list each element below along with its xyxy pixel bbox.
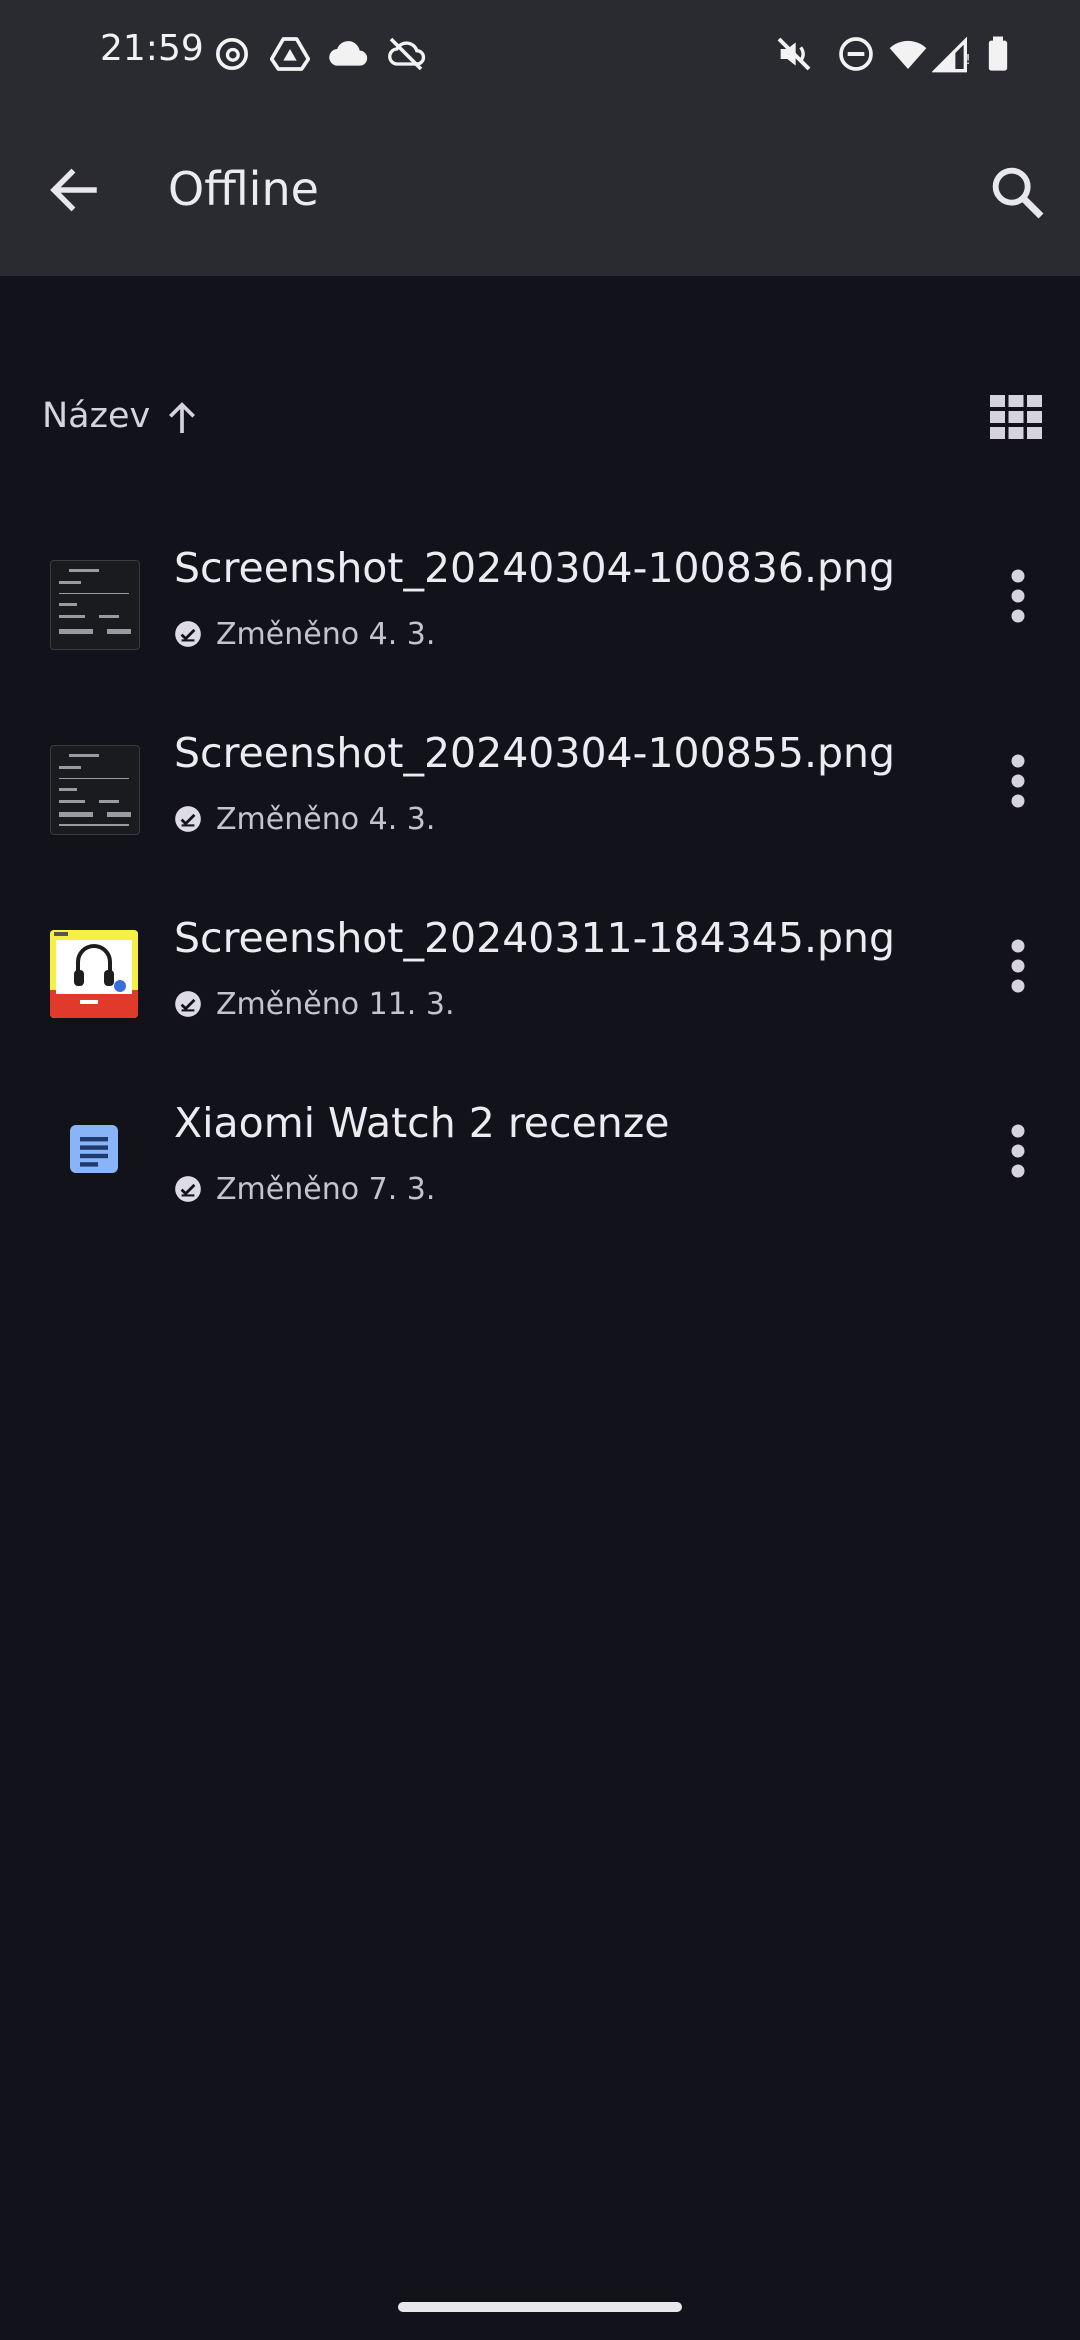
gesture-navigation-bar[interactable] (398, 2302, 682, 2312)
offline-available-icon (175, 621, 201, 647)
offline-available-icon (175, 1176, 201, 1202)
file-name: Xiaomi Watch 2 recenze (174, 1099, 670, 1147)
more-options-icon[interactable] (1000, 566, 1036, 626)
file-thumbnail (50, 930, 138, 1018)
file-modified: Změněno 4. 3. (216, 801, 436, 837)
more-options-icon[interactable] (1000, 751, 1036, 811)
file-name: Screenshot_20240304-100855.png (174, 729, 896, 777)
file-name: Screenshot_20240304-100836.png (174, 544, 896, 592)
status-bar: 21:59 ! (0, 0, 1080, 110)
file-meta: Změněno 4. 3. (174, 799, 435, 839)
offline-available-icon (175, 806, 201, 832)
svg-text:!: ! (965, 53, 970, 68)
file-row[interactable]: Screenshot_20240311-184345.png Změněno 1… (0, 890, 1080, 1075)
dnd-icon (839, 37, 873, 71)
file-row[interactable]: Screenshot_20240304-100836.png Změněno 4… (0, 520, 1080, 705)
file-thumbnail (50, 560, 140, 650)
file-meta: Změněno 4. 3. (174, 614, 435, 654)
threads-icon (216, 38, 248, 70)
signal-icon: ! (932, 36, 971, 73)
file-thumbnail (50, 745, 140, 835)
status-time: 21:59 (100, 28, 204, 69)
back-arrow-icon[interactable] (44, 160, 104, 220)
sort-ascending-arrow-icon[interactable] (162, 398, 202, 438)
file-meta: Změněno 7. 3. (174, 1169, 435, 1209)
grid-view-icon[interactable] (990, 395, 1042, 439)
top-bar: 21:59 ! Offline (0, 0, 1080, 276)
sort-button[interactable]: Název (42, 396, 150, 436)
cloud-off-icon (388, 37, 426, 71)
more-options-icon[interactable] (1000, 1121, 1036, 1181)
more-options-icon[interactable] (1000, 936, 1036, 996)
page-title: Offline (168, 162, 319, 216)
file-modified: Změněno 4. 3. (216, 616, 436, 652)
mute-icon (777, 37, 811, 71)
drive-icon (270, 37, 310, 71)
file-meta: Změněno 11. 3. (174, 984, 454, 1024)
google-docs-icon (70, 1125, 118, 1173)
headphones-image (50, 930, 138, 1018)
offline-available-icon (175, 991, 201, 1017)
battery-icon (988, 36, 1008, 71)
file-row[interactable]: Xiaomi Watch 2 recenze Změněno 7. 3. (0, 1075, 1080, 1260)
wifi-icon (889, 40, 927, 69)
search-icon[interactable] (985, 160, 1049, 224)
file-name: Screenshot_20240311-184345.png (174, 914, 896, 962)
file-modified: Změněno 7. 3. (216, 1171, 436, 1207)
cloud-icon (329, 41, 368, 66)
file-modified: Změněno 11. 3. (216, 986, 455, 1022)
file-row[interactable]: Screenshot_20240304-100855.png Změněno 4… (0, 705, 1080, 890)
